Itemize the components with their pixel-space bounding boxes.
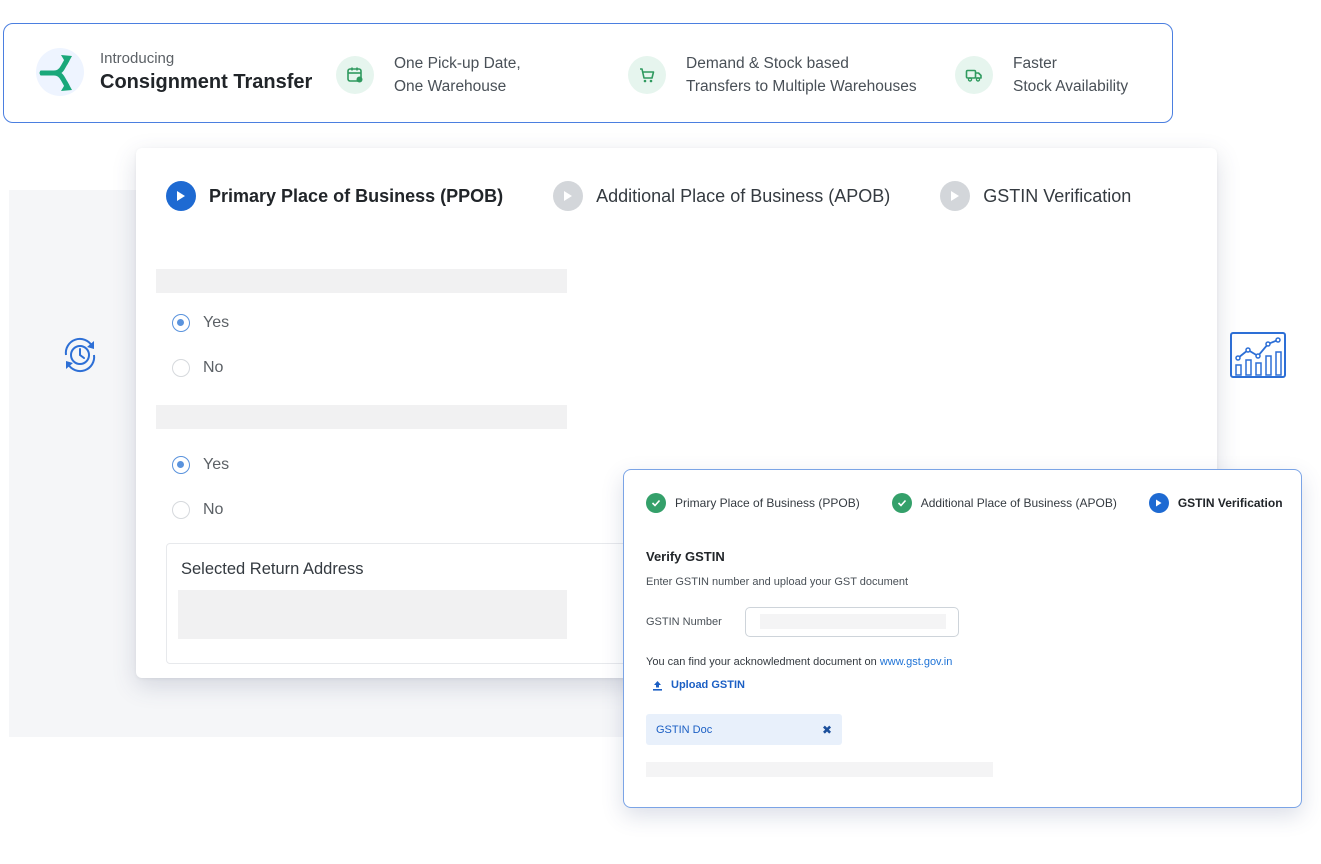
gstin-field-label: GSTIN Number	[646, 616, 722, 628]
question-placeholder	[156, 269, 567, 293]
promo-banner: Introducing Consignment Transfer One Pic…	[3, 23, 1173, 123]
play-icon	[940, 181, 971, 211]
banner-intro-text: Introducing	[100, 50, 175, 67]
radio-no-2[interactable]: No	[172, 501, 223, 519]
upload-gstin-button[interactable]: Upload GSTIN	[652, 679, 745, 691]
feature-line: Stock Availability	[1013, 78, 1129, 95]
analytics-chart-icon	[1230, 332, 1286, 378]
question-placeholder	[156, 405, 567, 429]
gstin-note: You can find your acknowledment document…	[646, 656, 952, 668]
gstin-subtitle: Enter GSTIN number and upload your GST d…	[646, 576, 909, 588]
upload-icon	[653, 680, 662, 691]
feature-line: Faster	[1013, 55, 1057, 72]
radio-button[interactable]	[172, 501, 190, 519]
feature-line: Transfers to Multiple Warehouses	[686, 78, 917, 95]
consignment-transfer-logo-icon	[36, 48, 84, 96]
clock-refresh-icon	[64, 337, 96, 373]
radio-yes-1[interactable]: Yes	[172, 314, 229, 332]
calendar-icon	[336, 56, 374, 94]
play-icon	[166, 181, 196, 211]
step-gstin[interactable]: GSTIN Verification	[940, 181, 1131, 211]
gstin-number-input[interactable]	[745, 607, 959, 637]
return-address-placeholder	[178, 590, 567, 639]
cart-icon	[628, 56, 666, 94]
radio-button[interactable]	[172, 359, 190, 377]
gstin-stepper: Primary Place of Business (PPOB) Additio…	[646, 493, 1283, 513]
stepper: Primary Place of Business (PPOB) Additio…	[166, 181, 1181, 211]
radio-no-1[interactable]: No	[172, 359, 223, 377]
gstin-note-text: You can find your acknowledment document…	[646, 656, 880, 668]
close-icon[interactable]: ✖	[822, 723, 832, 737]
uploaded-doc-chip: GSTIN Doc ✖	[646, 714, 842, 745]
radio-button[interactable]	[172, 456, 190, 474]
step-label: Additional Place of Business (APOB)	[920, 496, 1117, 510]
return-address-box: Selected Return Address	[166, 543, 636, 664]
banner-title: Consignment Transfer	[100, 71, 313, 93]
radio-button[interactable]	[172, 314, 190, 332]
radio-label: No	[203, 501, 224, 518]
feature-line: One Pick-up Date,	[394, 55, 521, 72]
step-label: GSTIN Verification	[1177, 496, 1283, 510]
check-icon	[646, 493, 666, 513]
gstin-title: Verify GSTIN	[646, 549, 725, 564]
radio-label: Yes	[203, 456, 230, 473]
gstin-step-ppob[interactable]: Primary Place of Business (PPOB)	[646, 493, 860, 513]
banner-heading: Introducing Consignment Transfer	[100, 50, 312, 94]
gstin-verification-card: Primary Place of Business (PPOB) Additio…	[623, 469, 1302, 808]
feature-line: Demand & Stock based	[686, 55, 849, 72]
radio-label: No	[203, 359, 224, 376]
step-label: Additional Place of Business (APOB)	[596, 185, 891, 206]
feature-line: One Warehouse	[394, 78, 507, 95]
gstin-input-value	[760, 614, 946, 629]
play-icon	[553, 181, 584, 211]
play-icon	[1148, 493, 1169, 513]
step-label: Primary Place of Business (PPOB)	[209, 185, 504, 206]
check-icon	[891, 493, 912, 513]
doc-label: GSTIN Doc	[656, 723, 713, 736]
truck-icon	[955, 56, 993, 94]
step-label: Primary Place of Business (PPOB)	[675, 496, 860, 510]
step-label: GSTIN Verification	[983, 185, 1132, 206]
step-ppob[interactable]: Primary Place of Business (PPOB)	[166, 181, 503, 211]
return-address-title: Selected Return Address	[181, 560, 364, 578]
feature-faster: Faster Stock Availability	[955, 52, 1128, 98]
step-apob[interactable]: Additional Place of Business (APOB)	[553, 181, 890, 211]
feature-pickup: One Pick-up Date, One Warehouse	[336, 52, 521, 98]
feature-demand: Demand & Stock based Transfers to Multip…	[628, 52, 917, 98]
gstin-step-apob[interactable]: Additional Place of Business (APOB)	[891, 493, 1117, 513]
gst-portal-link[interactable]: www.gst.gov.in	[880, 656, 953, 668]
gstin-step-verification[interactable]: GSTIN Verification	[1148, 493, 1283, 513]
radio-yes-2[interactable]: Yes	[172, 456, 229, 474]
content-placeholder	[646, 762, 993, 777]
radio-label: Yes	[203, 314, 230, 331]
upload-label: Upload GSTIN	[671, 679, 745, 691]
